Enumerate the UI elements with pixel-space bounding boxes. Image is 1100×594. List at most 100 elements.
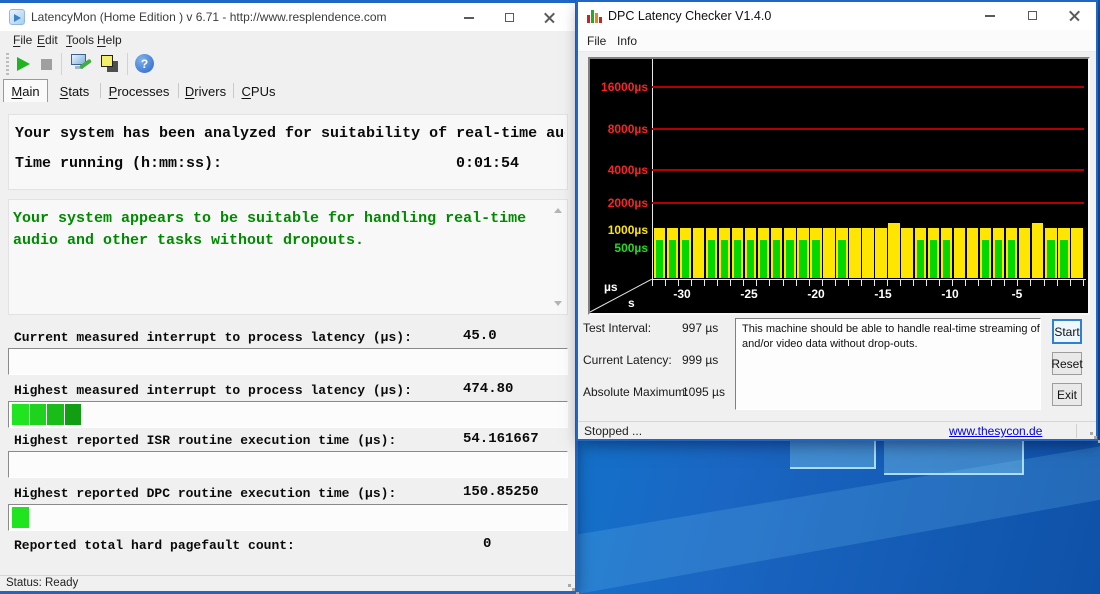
row-value: 54.161667 <box>463 431 539 447</box>
x-axis-tick <box>822 280 823 286</box>
scroll-down-icon[interactable] <box>554 301 562 306</box>
stat-value: 999 µs <box>682 353 718 367</box>
stop-monitor-icon[interactable] <box>41 59 52 70</box>
minimize-icon <box>464 17 474 19</box>
y-axis-label: 2000µs <box>608 195 648 211</box>
minimize-button[interactable] <box>451 6 487 29</box>
start-button[interactable]: Start <box>1052 319 1082 344</box>
latency-bar-green <box>786 240 794 278</box>
close-button[interactable] <box>531 6 567 29</box>
minimize-button[interactable] <box>972 4 1008 27</box>
x-axis-label: -10 <box>933 287 967 301</box>
tab-stats[interactable]: Stats <box>50 81 99 102</box>
menu-edit[interactable]: Edit <box>37 33 58 47</box>
latencymon-titlebar[interactable]: LatencyMon (Home Edition ) v 6.71 - http… <box>0 3 575 31</box>
gridline <box>652 86 1084 88</box>
latency-bar <box>928 228 940 278</box>
maximize-button[interactable] <box>491 6 527 29</box>
x-axis-tick <box>665 280 666 286</box>
resize-grip[interactable] <box>568 584 571 587</box>
analyze-system-icon[interactable] <box>70 53 92 75</box>
tab-cpus[interactable]: CPUs <box>234 81 283 102</box>
help-icon[interactable]: ? <box>135 54 154 73</box>
result-message-box: This machine should be able to handle re… <box>735 318 1041 410</box>
latency-bar-green <box>734 240 742 278</box>
dpc-app-icon <box>587 9 603 23</box>
close-icon <box>1069 10 1080 21</box>
latency-bar <box>1019 228 1031 278</box>
meter-segment <box>65 404 82 425</box>
close-icon <box>544 12 555 23</box>
latency-bar <box>823 228 835 278</box>
stat-label: Current Latency: <box>583 353 672 367</box>
dpc-checker-window: DPC Latency Checker V1.4.0 File Info µs … <box>578 2 1096 439</box>
reset-button[interactable]: Reset <box>1052 352 1082 375</box>
menu-info[interactable]: Info <box>617 34 637 48</box>
latency-meter <box>8 401 568 428</box>
status-text: Stopped ... <box>584 424 642 438</box>
latencymon-toolbar: ? <box>0 50 575 79</box>
x-axis-label: -20 <box>799 287 833 301</box>
tab-processes[interactable]: Processes <box>101 81 177 102</box>
x-axis-tick <box>756 280 757 286</box>
x-axis-tick <box>900 280 901 286</box>
scroll-up-icon[interactable] <box>554 208 562 213</box>
latency-bar <box>862 228 874 278</box>
dpc-chart-plot: µs s 16000µs8000µs4000µs2000µs1000µs500µ… <box>590 59 1088 313</box>
latencymon-menubar: File Edit Tools Help <box>0 31 575 50</box>
x-axis-tick <box>743 280 744 286</box>
latency-meter <box>8 451 568 478</box>
latency-bar-green <box>1060 240 1068 278</box>
start-monitor-icon[interactable] <box>17 57 30 71</box>
thesycon-link[interactable]: www.thesycon.de <box>949 424 1042 438</box>
latency-bar <box>836 228 848 278</box>
x-axis-tick <box>809 280 810 286</box>
dpc-statusbar: Stopped ... www.thesycon.de <box>578 421 1096 439</box>
x-axis-tick <box>991 280 992 286</box>
latency-bar-green <box>995 240 1003 278</box>
x-axis-label: -30 <box>665 287 699 301</box>
menu-help[interactable]: Help <box>97 33 122 47</box>
tab-main[interactable]: Main <box>3 79 48 102</box>
toolbar-grip[interactable] <box>6 53 9 75</box>
y-axis-label: 1000µs <box>608 222 648 238</box>
latency-bar-green <box>656 240 664 278</box>
latency-bar-green <box>838 240 846 278</box>
resize-grip[interactable] <box>1090 432 1093 435</box>
menu-file[interactable]: File <box>587 34 606 48</box>
x-axis-label: -25 <box>732 287 766 301</box>
x-axis-tick <box>861 280 862 286</box>
x-axis-label: -5 <box>1000 287 1034 301</box>
latency-bar <box>810 228 822 278</box>
latency-meter <box>8 348 568 375</box>
x-axis-tick <box>978 280 979 286</box>
meter-segment <box>12 404 29 425</box>
exit-button[interactable]: Exit <box>1052 383 1082 406</box>
menu-file[interactable]: File <box>13 33 32 47</box>
x-axis-tick <box>926 280 927 286</box>
tab-drivers[interactable]: Drivers <box>179 81 232 102</box>
latency-bar <box>706 228 718 278</box>
latency-bar-green <box>708 240 716 278</box>
latency-bar-green <box>721 240 729 278</box>
x-axis-tick <box>848 280 849 286</box>
x-axis-tick <box>1083 280 1084 286</box>
copy-report-icon[interactable] <box>99 53 121 75</box>
dpc-chart: µs s 16000µs8000µs4000µs2000µs1000µs500µ… <box>588 57 1090 315</box>
latency-bar <box>771 228 783 278</box>
maximize-button[interactable] <box>1014 4 1050 27</box>
latency-bar <box>915 228 927 278</box>
menu-tools[interactable]: Tools <box>66 33 94 47</box>
x-axis-tick <box>913 280 914 286</box>
latency-bar-green <box>917 240 925 278</box>
time-running-label: Time running (h:mm:ss): <box>15 155 222 172</box>
maximize-icon <box>505 13 514 22</box>
window-title: DPC Latency Checker V1.4.0 <box>608 9 771 23</box>
gridline <box>652 202 1084 204</box>
latency-bar <box>1071 228 1083 278</box>
x-axis-tick <box>678 280 679 286</box>
close-button[interactable] <box>1056 4 1092 27</box>
analysis-line: Your system has been analyzed for suitab… <box>15 125 565 142</box>
latency-bar <box>719 228 731 278</box>
dpc-titlebar[interactable]: DPC Latency Checker V1.4.0 <box>578 2 1096 30</box>
